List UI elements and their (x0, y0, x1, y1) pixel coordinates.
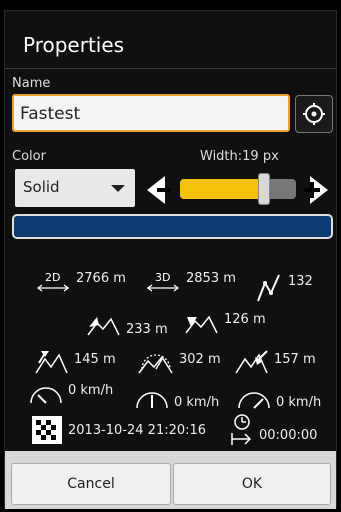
duration: 00:00:00 (230, 413, 317, 447)
track-points-value: 132 (288, 273, 313, 289)
distance-3d-value: 2853 m (186, 270, 236, 286)
svg-text:2D: 2D (45, 271, 60, 284)
elevation-gain: 233 m (87, 315, 168, 337)
svg-text:3D: 3D (155, 271, 170, 284)
color-mode-value: Solid (23, 178, 60, 196)
duration-value: 00:00:00 (259, 427, 318, 443)
min-elevation: 157 m (235, 349, 316, 375)
speed-avg-value: 0 km/h (174, 395, 220, 410)
speed-min: 0 km/h (29, 382, 114, 405)
speed-max-value: 0 km/h (276, 395, 322, 410)
avg-elevation: 302 m (138, 349, 221, 375)
track-points: 132 (255, 273, 313, 303)
min-elevation-value: 157 m (274, 351, 316, 367)
min-elevation-icon (235, 350, 268, 374)
width-slider[interactable] (180, 179, 296, 199)
color-preview-bar[interactable] (12, 214, 333, 239)
avg-elevation-icon (138, 354, 173, 374)
speed-max: 0 km/h (237, 389, 321, 410)
start-time-value: 2013-10-24 21:20:16 (68, 422, 207, 438)
ok-button[interactable]: OK (173, 463, 331, 505)
color-mode-select[interactable]: Solid (15, 169, 135, 207)
dialog-title: Properties (23, 33, 125, 57)
width-label: Width:19 px (200, 149, 279, 164)
crosshair-icon (303, 103, 325, 125)
name-input[interactable]: Fastest (12, 94, 290, 132)
max-elevation-icon (35, 351, 68, 374)
speedometer-icon (30, 387, 62, 404)
color-label: Color (12, 149, 46, 164)
decrease-width-button[interactable] (145, 174, 177, 206)
title-divider (5, 68, 336, 69)
properties-dialog: Properties Name Fastest Color Width:19 p… (4, 10, 337, 509)
elevation-loss-value: 126 m (224, 311, 266, 327)
name-label: Name (12, 76, 51, 91)
width-slider-fill (180, 179, 264, 199)
elevation-gain-icon (87, 317, 120, 336)
elevation-gain-value: 233 m (126, 321, 168, 337)
distance-3d-icon: 3D (146, 271, 180, 292)
max-elevation-value: 145 m (74, 351, 116, 367)
distance-2d-value: 2766 m (76, 270, 126, 286)
stopwatch-icon (231, 414, 252, 445)
track-points-icon (257, 274, 280, 302)
locate-button[interactable] (295, 95, 333, 133)
speedometer-icon (238, 391, 270, 409)
elevation-loss: 126 m (185, 311, 266, 335)
speed-min-value: 0 km/h (68, 382, 114, 398)
distance-2d-icon: 2D (36, 271, 70, 292)
dropdown-arrow-icon (111, 185, 125, 192)
avg-elevation-value: 302 m (179, 351, 221, 367)
speedometer-icon (136, 391, 168, 408)
cancel-button[interactable]: Cancel (11, 463, 171, 505)
max-elevation: 145 m (35, 349, 116, 375)
width-slider-thumb[interactable] (257, 173, 270, 205)
increase-width-button[interactable] (298, 174, 330, 206)
start-time: 2013-10-24 21:20:16 (31, 415, 206, 445)
elevation-loss-icon (185, 315, 218, 334)
distance-3d: 3D 2853 m (145, 269, 236, 293)
speed-avg: 0 km/h (135, 389, 219, 410)
distance-2d: 2D 2766 m (35, 269, 126, 293)
calendar-icon (32, 416, 62, 444)
